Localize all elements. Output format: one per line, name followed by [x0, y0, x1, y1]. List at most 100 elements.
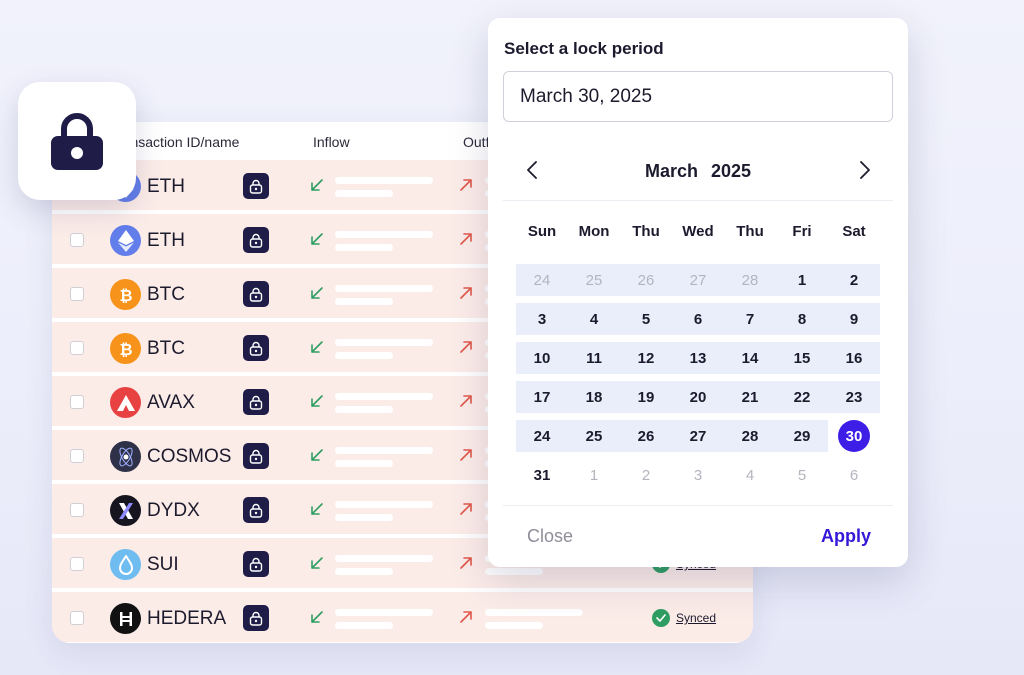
row-checkbox[interactable]: [70, 557, 84, 571]
calendar-day[interactable]: 26: [620, 420, 672, 452]
calendar-day[interactable]: 5: [776, 459, 828, 491]
coin-name: SUI: [147, 554, 179, 575]
calendar-day[interactable]: 11: [568, 342, 620, 374]
calendar-day[interactable]: 2: [620, 459, 672, 491]
row-checkbox[interactable]: [70, 233, 84, 247]
calendar-day[interactable]: 25: [568, 264, 620, 296]
inflow-arrow-icon: [311, 341, 323, 353]
calendar-day[interactable]: 21: [724, 381, 776, 413]
calendar-day[interactable]: 24: [516, 264, 568, 296]
calendar-day-number: 15: [793, 349, 811, 367]
close-button[interactable]: Close: [527, 526, 573, 547]
lock-icon: [249, 611, 263, 626]
calendar-day[interactable]: 6: [828, 459, 880, 491]
lock-button[interactable]: [243, 443, 269, 469]
calendar-day[interactable]: 22: [776, 381, 828, 413]
calendar-day[interactable]: 13: [672, 342, 724, 374]
calendar-day-number: 11: [586, 349, 602, 367]
lock-button[interactable]: [243, 605, 269, 631]
calendar-day[interactable]: 15: [776, 342, 828, 374]
weekday-label: Fri: [792, 223, 812, 240]
calendar-day-selected[interactable]: 30: [828, 420, 880, 452]
calendar-day[interactable]: 28: [724, 264, 776, 296]
inflow-arrow-icon: [311, 611, 323, 623]
row-checkbox[interactable]: [70, 341, 84, 355]
calendar-day[interactable]: 4: [568, 303, 620, 335]
row-checkbox[interactable]: [70, 449, 84, 463]
lock-button[interactable]: [243, 173, 269, 199]
calendar-day[interactable]: 5: [620, 303, 672, 335]
date-input[interactable]: [503, 71, 893, 122]
calendar-day[interactable]: 9: [828, 303, 880, 335]
calendar-day[interactable]: 2: [828, 264, 880, 296]
next-month-button[interactable]: [854, 159, 876, 181]
calendar-day-number: 5: [797, 466, 807, 484]
lock-button[interactable]: [243, 497, 269, 523]
calendar-day-number: 19: [637, 388, 655, 406]
calendar-day[interactable]: 7: [724, 303, 776, 335]
calendar-day[interactable]: 10: [516, 342, 568, 374]
year-label: 2025: [710, 161, 752, 181]
calendar-day[interactable]: 26: [620, 264, 672, 296]
calendar-day[interactable]: 3: [516, 303, 568, 335]
calendar-day[interactable]: 12: [620, 342, 672, 374]
calendar-day[interactable]: 23: [828, 381, 880, 413]
coin-name: DYDX: [147, 500, 200, 521]
placeholder-bar: [335, 285, 433, 292]
calendar-day[interactable]: 14: [724, 342, 776, 374]
lock-icon: [249, 449, 263, 464]
lock-icon: [249, 287, 263, 302]
row-checkbox[interactable]: [70, 611, 84, 625]
lock-icon: [249, 503, 263, 518]
lock-tile: [18, 82, 136, 200]
calendar-day[interactable]: 20: [672, 381, 724, 413]
calendar-day-number: 20: [689, 388, 707, 406]
lock-button[interactable]: [243, 335, 269, 361]
calendar-day[interactable]: 19: [620, 381, 672, 413]
calendar-day[interactable]: 3: [672, 459, 724, 491]
calendar-day[interactable]: 24: [516, 420, 568, 452]
calendar-day[interactable]: 31: [516, 459, 568, 491]
calendar-day[interactable]: 27: [672, 420, 724, 452]
calendar-day-number: 28: [741, 427, 759, 445]
calendar-day-number: 27: [689, 427, 707, 445]
calendar-day[interactable]: 4: [724, 459, 776, 491]
lock-button[interactable]: [243, 389, 269, 415]
calendar-day[interactable]: 25: [568, 420, 620, 452]
row-checkbox[interactable]: [70, 287, 84, 301]
calendar-day[interactable]: 6: [672, 303, 724, 335]
calendar-day[interactable]: 17: [516, 381, 568, 413]
status-link[interactable]: Synced: [676, 611, 716, 625]
calendar-day[interactable]: 28: [724, 420, 776, 452]
apply-button[interactable]: Apply: [821, 526, 871, 547]
table-row[interactable]: HEDERA Synced: [52, 592, 753, 643]
calendar-day[interactable]: 27: [672, 264, 724, 296]
calendar-day[interactable]: 18: [568, 381, 620, 413]
calendar-day[interactable]: 29: [776, 420, 828, 452]
calendar-day-number: 26: [637, 271, 655, 289]
lock-button[interactable]: [243, 227, 269, 253]
calendar-day[interactable]: 1: [776, 264, 828, 296]
placeholder-bar: [485, 609, 583, 616]
calendar-day[interactable]: 1: [568, 459, 620, 491]
coin-name: ETH: [147, 176, 185, 197]
calendar-day-number: 9: [849, 310, 859, 328]
outflow-arrow-icon: [460, 611, 472, 623]
calendar-day-number: 12: [637, 349, 655, 367]
placeholder-bar: [335, 568, 393, 575]
calendar-day-number: 1: [797, 271, 807, 289]
lock-button[interactable]: [243, 551, 269, 577]
inflow-arrow-icon: [311, 179, 323, 191]
lock-button[interactable]: [243, 281, 269, 307]
lock-icon: [249, 557, 263, 572]
calendar-day-number: 13: [689, 349, 707, 367]
placeholder-bar: [335, 406, 393, 413]
calendar-day-number: 23: [845, 388, 863, 406]
column-header-inflow[interactable]: Inflow: [313, 134, 350, 150]
row-checkbox[interactable]: [70, 395, 84, 409]
calendar-day-number: 27: [689, 271, 707, 289]
calendar-day[interactable]: 8: [776, 303, 828, 335]
calendar-day[interactable]: 16: [828, 342, 880, 374]
row-checkbox[interactable]: [70, 503, 84, 517]
calendar-day-number: 28: [741, 271, 759, 289]
